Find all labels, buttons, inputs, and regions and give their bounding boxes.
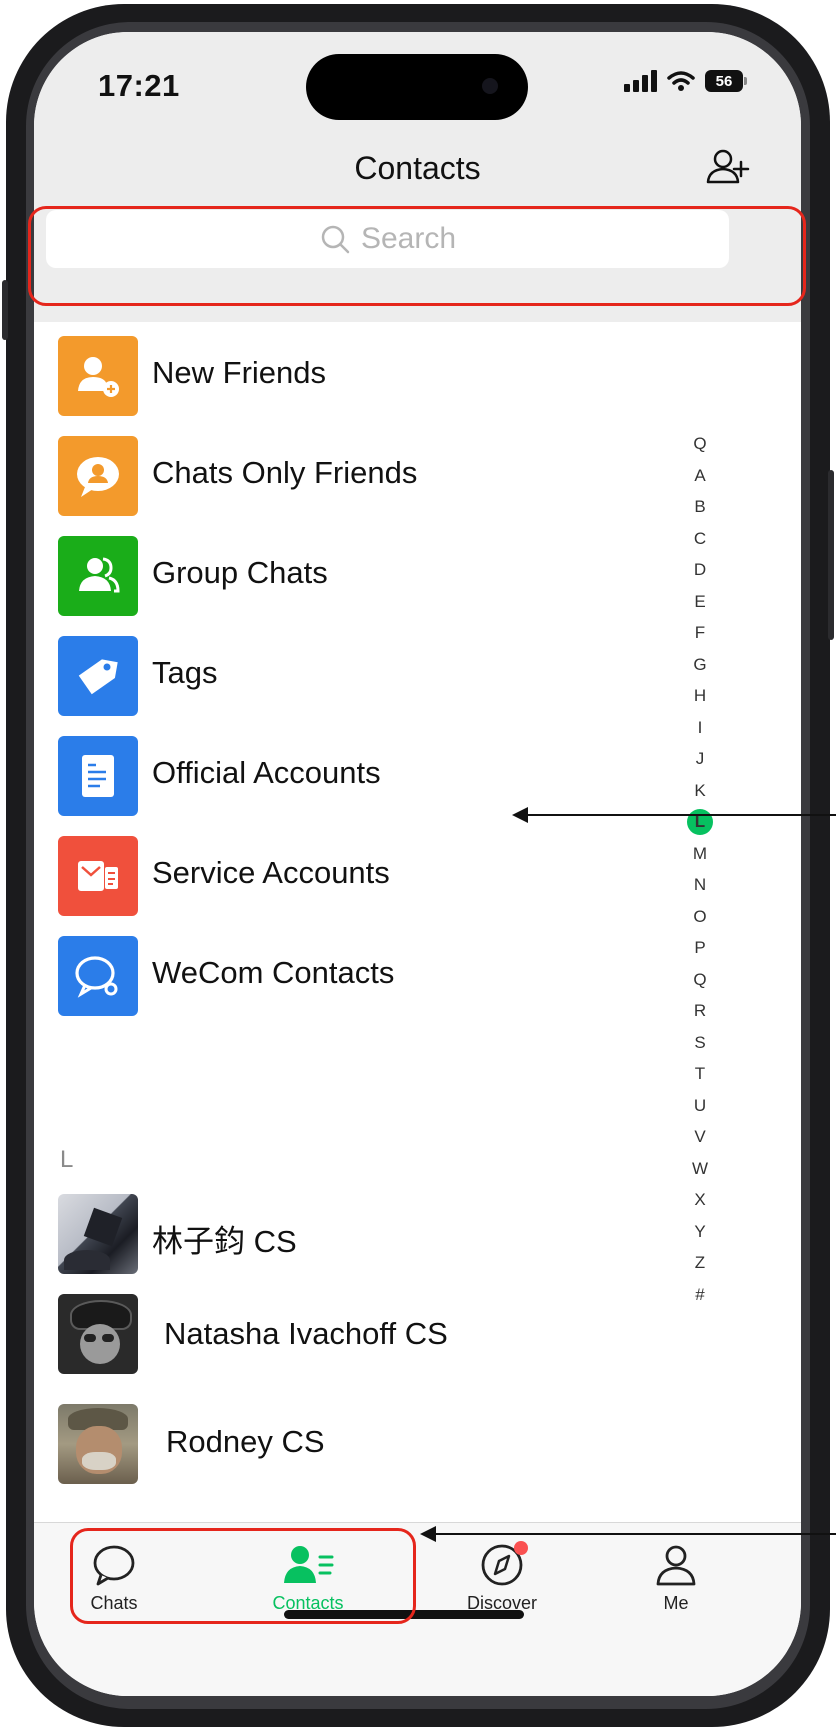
index-letter[interactable]: Q [685,964,715,996]
index-letter[interactable]: Q [685,428,715,460]
index-letter[interactable]: Z [685,1247,715,1279]
person-icon [656,1545,696,1586]
index-letter[interactable]: H [685,680,715,712]
tab-discover[interactable]: Discover [442,1541,562,1614]
add-contact-icon[interactable] [705,144,751,190]
index-letter[interactable]: R [685,995,715,1027]
avatar [58,1194,138,1274]
index-letter[interactable]: F [685,617,715,649]
add-friend-icon [58,336,138,416]
dynamic-island [306,54,528,120]
search-highlight [28,206,806,306]
annotation-arrow [526,814,836,816]
contact-name: Rodney CS [166,1424,325,1459]
avatar [58,1294,138,1374]
wecom-icon [58,936,138,1016]
index-letter[interactable]: T [685,1058,715,1090]
index-letter[interactable]: V [685,1121,715,1153]
article-icon [58,736,138,816]
index-letter[interactable]: D [685,554,715,586]
menu-item-label: New Friends [152,355,326,390]
status-time: 17:21 [98,68,180,103]
index-letter[interactable]: M [685,838,715,870]
index-letter[interactable]: W [685,1153,715,1185]
menu-item-new-friends[interactable]: New Friends [34,322,801,422]
group-icon [58,536,138,616]
status-icons: 56 [624,70,747,92]
signal-icon [624,70,657,92]
menu-item-label: Chats Only Friends [152,455,418,490]
index-letter[interactable]: J [685,743,715,775]
tag-icon [58,636,138,716]
wifi-icon [667,71,695,91]
index-letter[interactable]: L [685,806,715,838]
alphabet-index[interactable]: Q A B C D E F G H I J K L M N O P Q R S T U V W X Y Z # [685,428,715,1310]
chat-person-icon [58,436,138,516]
index-letter[interactable]: K [685,775,715,807]
index-letter[interactable]: O [685,901,715,933]
arrowhead-icon [420,1526,436,1542]
battery-icon: 56 [705,70,747,92]
arrowhead-icon [512,807,528,823]
menu-item-label: Official Accounts [152,755,381,790]
tab-me[interactable]: Me [616,1543,736,1614]
contact-name: 林子鈞 CS [152,1224,297,1259]
index-letter[interactable]: E [685,586,715,618]
avatar [58,1404,138,1484]
index-letter[interactable]: A [685,460,715,492]
index-letter[interactable]: # [685,1279,715,1311]
index-letter[interactable]: U [685,1090,715,1122]
menu-item-label: Group Chats [152,555,328,590]
index-active-dot: L [687,809,713,835]
contact-name: Natasha Ivachoff CS [164,1316,448,1351]
menu-item-label: Tags [152,655,218,690]
index-letter[interactable]: X [685,1184,715,1216]
side-button [828,470,834,640]
phone-mockup: 17:21 56 Contacts Search New Friends Cha… [0,0,836,1731]
contact-row[interactable]: Rodney CS [34,1392,801,1492]
tab-label: Me [663,1593,689,1613]
section-header: L [60,1146,74,1173]
index-letter[interactable]: P [685,932,715,964]
annotation-arrow [434,1533,836,1535]
menu-item-label: WeCom Contacts [152,955,395,990]
index-letter[interactable]: G [685,649,715,681]
page-title: Contacts [354,150,481,186]
index-letter[interactable]: Y [685,1216,715,1248]
index-letter[interactable]: N [685,869,715,901]
index-letter[interactable]: C [685,523,715,555]
menu-item-label: Service Accounts [152,855,390,890]
index-letter[interactable]: B [685,491,715,523]
volume-button [2,280,8,340]
camera-icon [482,78,498,94]
notification-dot [514,1541,528,1555]
service-icon [58,836,138,916]
tabbar-highlight [70,1528,416,1624]
index-letter[interactable]: S [685,1027,715,1059]
index-letter[interactable]: I [685,712,715,744]
